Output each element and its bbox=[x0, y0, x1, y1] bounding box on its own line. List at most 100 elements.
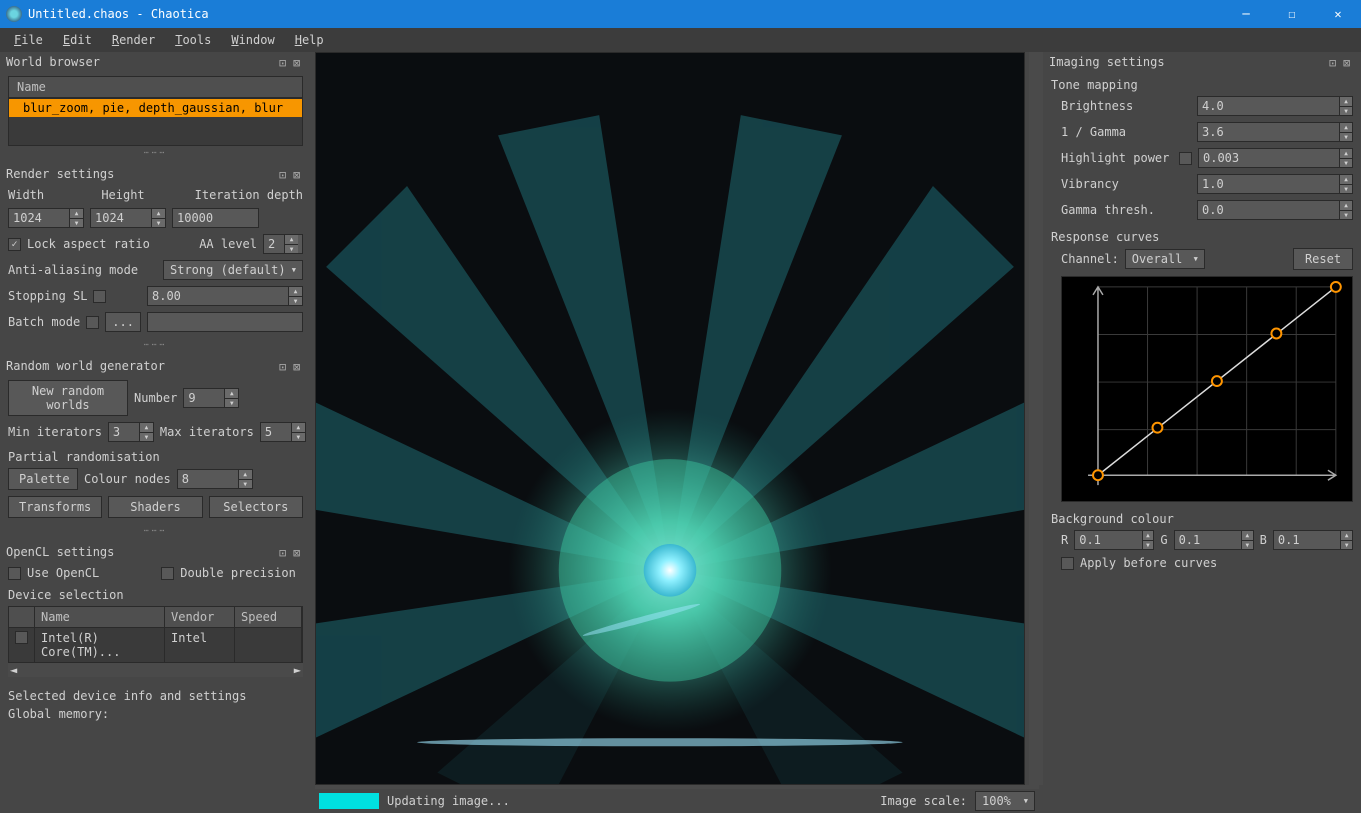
g-input[interactable]: ▲▼ bbox=[1174, 530, 1254, 550]
colour-nodes-input[interactable]: ▲▼ bbox=[177, 469, 253, 489]
device-sel-title: Device selection bbox=[8, 586, 303, 606]
viewport-vscrollbar[interactable] bbox=[1029, 52, 1043, 785]
tone-mapping-title: Tone mapping bbox=[1051, 76, 1353, 96]
number-label: Number bbox=[134, 391, 177, 405]
min-iter-input[interactable]: ▲▼ bbox=[108, 422, 154, 442]
shaders-button[interactable]: Shaders bbox=[108, 496, 202, 518]
stop-input[interactable]: ▲▼ bbox=[147, 286, 303, 306]
transforms-button[interactable]: Transforms bbox=[8, 496, 102, 518]
device-scrollbar[interactable]: ◄► bbox=[8, 663, 303, 677]
lock-aspect-checkbox[interactable] bbox=[8, 238, 21, 251]
brightness-label: Brightness bbox=[1061, 99, 1191, 113]
world-item[interactable]: blur_zoom, pie, depth_gaussian, blur bbox=[9, 99, 302, 117]
status-text: Updating image... bbox=[387, 794, 872, 808]
random-gen-header: Random world generator ⊡ ⊠ bbox=[0, 356, 311, 376]
device-checkbox[interactable] bbox=[15, 631, 28, 644]
b-label: B bbox=[1260, 533, 1267, 547]
scale-label: Image scale: bbox=[880, 794, 967, 808]
panel-close-icon[interactable]: ⊠ bbox=[293, 360, 305, 372]
apply-before-checkbox[interactable] bbox=[1061, 557, 1074, 570]
partial-rand-title: Partial randomisation bbox=[8, 448, 303, 468]
pin-icon[interactable]: ⊡ bbox=[279, 56, 291, 68]
gamma-label: 1 / Gamma bbox=[1061, 125, 1191, 139]
menu-render[interactable]: Render bbox=[102, 29, 165, 51]
lock-aspect-label: Lock aspect ratio bbox=[27, 237, 150, 251]
new-worlds-button[interactable]: New random worlds bbox=[8, 380, 128, 416]
aa-label: AA level bbox=[199, 237, 257, 251]
batch-path-input[interactable] bbox=[147, 312, 303, 332]
opencl-title: OpenCL settings bbox=[6, 545, 114, 559]
maximize-button[interactable]: ☐ bbox=[1269, 0, 1315, 28]
g-label: G bbox=[1160, 533, 1167, 547]
highlight-checkbox[interactable] bbox=[1179, 152, 1192, 165]
pin-icon[interactable]: ⊡ bbox=[279, 360, 291, 372]
pin-icon[interactable]: ⊡ bbox=[279, 168, 291, 180]
pin-icon[interactable]: ⊡ bbox=[1329, 56, 1341, 68]
highlight-input[interactable]: ▲▼ bbox=[1198, 148, 1353, 168]
menubar: File Edit Render Tools Window Help bbox=[0, 28, 1361, 52]
world-list-header[interactable]: Name bbox=[8, 76, 303, 98]
channel-select[interactable]: Overall bbox=[1125, 249, 1205, 269]
minimize-button[interactable]: ─ bbox=[1223, 0, 1269, 28]
stop-checkbox[interactable] bbox=[93, 290, 106, 303]
width-input[interactable]: ▲▼ bbox=[8, 208, 84, 228]
iter-input[interactable] bbox=[172, 208, 259, 228]
menu-window[interactable]: Window bbox=[221, 29, 284, 51]
panel-close-icon[interactable]: ⊠ bbox=[293, 546, 305, 558]
opencl-header: OpenCL settings ⊡ ⊠ bbox=[0, 542, 311, 562]
number-input[interactable]: ▲▼ bbox=[183, 388, 239, 408]
double-prec-label: Double precision bbox=[180, 566, 296, 580]
vibrancy-input[interactable]: ▲▼ bbox=[1197, 174, 1353, 194]
r-input[interactable]: ▲▼ bbox=[1074, 530, 1154, 550]
close-button[interactable]: ✕ bbox=[1315, 0, 1361, 28]
menu-edit[interactable]: Edit bbox=[53, 29, 102, 51]
r-label: R bbox=[1061, 533, 1068, 547]
menu-help[interactable]: Help bbox=[285, 29, 334, 51]
use-opencl-label: Use OpenCL bbox=[27, 566, 99, 580]
statusbar: Updating image... Image scale: 100% bbox=[311, 789, 1043, 813]
use-opencl-checkbox[interactable] bbox=[8, 567, 21, 580]
iter-label: Iteration depth bbox=[195, 188, 303, 202]
reset-button[interactable]: Reset bbox=[1293, 248, 1353, 270]
render-viewport[interactable] bbox=[315, 52, 1025, 785]
gthresh-input[interactable]: ▲▼ bbox=[1197, 200, 1353, 220]
random-gen-title: Random world generator bbox=[6, 359, 165, 373]
brightness-input[interactable]: ▲▼ bbox=[1197, 96, 1353, 116]
palette-button[interactable]: Palette bbox=[8, 468, 78, 490]
panel-close-icon[interactable]: ⊠ bbox=[293, 168, 305, 180]
batch-label: Batch mode bbox=[8, 315, 80, 329]
imaging-header: Imaging settings ⊡ ⊠ bbox=[1043, 52, 1361, 72]
panel-close-icon[interactable]: ⊠ bbox=[1343, 56, 1355, 68]
world-browser-title: World browser bbox=[6, 55, 100, 69]
titlebar: Untitled.chaos - Chaotica ─ ☐ ✕ bbox=[0, 0, 1361, 28]
channel-label: Channel: bbox=[1061, 252, 1119, 266]
aa-mode-label: Anti-aliasing mode bbox=[8, 263, 157, 277]
global-mem-label: Global memory: bbox=[8, 707, 109, 721]
menu-file[interactable]: File bbox=[4, 29, 53, 51]
gamma-input[interactable]: ▲▼ bbox=[1197, 122, 1353, 142]
b-input[interactable]: ▲▼ bbox=[1273, 530, 1353, 550]
selectors-button[interactable]: Selectors bbox=[209, 496, 303, 518]
render-settings-title: Render settings bbox=[6, 167, 114, 181]
stop-label: Stopping SL bbox=[8, 289, 87, 303]
aa-mode-select[interactable]: Strong (default) bbox=[163, 260, 303, 280]
min-iter-label: Min iterators bbox=[8, 425, 102, 439]
max-iter-input[interactable]: ▲▼ bbox=[260, 422, 306, 442]
double-prec-checkbox[interactable] bbox=[161, 567, 174, 580]
progress-bar bbox=[319, 793, 379, 809]
menu-tools[interactable]: Tools bbox=[165, 29, 221, 51]
imaging-title: Imaging settings bbox=[1049, 55, 1165, 69]
aa-input[interactable]: ▲▼ bbox=[263, 234, 303, 254]
batch-browse-button[interactable]: ... bbox=[105, 312, 141, 332]
world-list[interactable]: blur_zoom, pie, depth_gaussian, blur bbox=[8, 98, 303, 146]
device-row[interactable]: Intel(R) Core(TM)... Intel bbox=[8, 628, 303, 663]
panel-close-icon[interactable]: ⊠ bbox=[293, 56, 305, 68]
batch-checkbox[interactable] bbox=[86, 316, 99, 329]
width-label: Width bbox=[8, 188, 44, 202]
highlight-label: Highlight power bbox=[1061, 151, 1173, 165]
pin-icon[interactable]: ⊡ bbox=[279, 546, 291, 558]
curve-editor[interactable] bbox=[1061, 276, 1353, 502]
height-input[interactable]: ▲▼ bbox=[90, 208, 166, 228]
window-title: Untitled.chaos - Chaotica bbox=[28, 7, 1223, 21]
scale-select[interactable]: 100% bbox=[975, 791, 1035, 811]
